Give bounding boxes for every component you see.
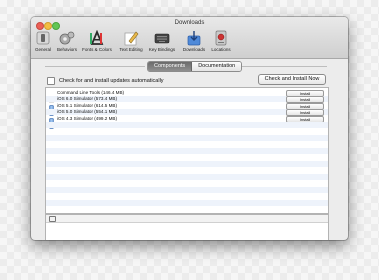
switch-icon	[35, 30, 51, 46]
simulator-icon	[49, 97, 54, 110]
toolbar-item-label: Downloads	[182, 47, 206, 52]
toolbar-item-label: Behaviors	[56, 47, 77, 52]
empty-row	[46, 206, 328, 213]
simulator-icon	[49, 116, 54, 129]
component-label: iOS 5.0 Simulator (554.1 MB)	[57, 109, 117, 114]
gears-icon	[59, 30, 75, 46]
components-list: Command Line Tools (146.4 MB) Install iO…	[45, 87, 329, 214]
letter-a-icon	[89, 29, 105, 46]
tab-components[interactable]: Components	[148, 62, 193, 71]
divider	[233, 66, 327, 67]
toolbar-item-label: Fonts & Colors	[82, 47, 112, 52]
toolbar-item-label: Text Editing	[119, 47, 143, 52]
detail-panel	[45, 214, 329, 240]
simulator-icon	[49, 110, 54, 123]
package-icon	[49, 90, 54, 103]
toolbar-item-label: Key Bindings	[148, 47, 176, 52]
detail-panel-header	[46, 215, 328, 223]
toolbar-item-text-editing[interactable]: Text Editing	[116, 29, 146, 52]
component-label: iOS 4.3 Simulator (499.2 MB)	[57, 115, 117, 121]
auto-update-option: Check for and install updates automatica…	[47, 77, 164, 85]
toolbar-item-key-bindings[interactable]: Key Bindings	[147, 29, 177, 52]
toolbar-item-fonts-colors[interactable]: Fonts & Colors	[80, 29, 114, 52]
toolbar-item-label: General	[34, 47, 51, 52]
check-and-install-button[interactable]: Check and Install Now	[258, 74, 326, 85]
component-label: Command Line Tools (146.4 MB)	[57, 89, 125, 95]
toolbar-item-locations[interactable]: Locations	[209, 29, 233, 52]
pencil-paper-icon	[123, 30, 139, 46]
window-title: Downloads	[174, 20, 205, 26]
toolbar: General Behaviors Fonts & Colors Text Ed…	[31, 28, 348, 57]
simulator-icon	[49, 103, 54, 116]
component-label: iOS 6.0 Simulator (573.4 MB)	[57, 96, 117, 101]
tab-documentation[interactable]: Documentation	[192, 62, 242, 71]
toolbar-item-label: Locations	[211, 47, 231, 52]
keyboard-icon	[154, 30, 170, 46]
title-bar: Downloads General Behaviors Fonts & Colo…	[31, 17, 348, 59]
divider	[45, 66, 145, 67]
auto-update-checkbox[interactable]	[47, 77, 55, 85]
hard-drive-icon	[213, 30, 229, 46]
toolbar-item-behaviors[interactable]: Behaviors	[54, 29, 80, 52]
tab-segmented-control: Components Documentation	[147, 61, 243, 72]
info-toggle-icon[interactable]	[49, 216, 56, 222]
downloads-pane: Components Documentation Check for and i…	[31, 59, 348, 240]
toolbar-item-downloads[interactable]: Downloads	[179, 28, 209, 53]
toolbar-item-general[interactable]: General	[32, 29, 54, 52]
component-label: iOS 5.1 Simulator (614.5 MB)	[57, 102, 117, 108]
auto-update-label: Check for and install updates automatica…	[59, 78, 164, 84]
download-box-icon	[186, 30, 202, 46]
preferences-window: Downloads General Behaviors Fonts & Colo…	[31, 17, 348, 240]
